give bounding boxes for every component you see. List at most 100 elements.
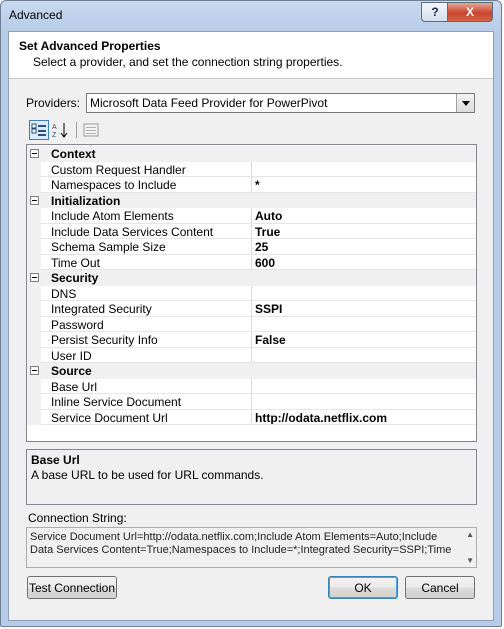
column-divider[interactable] (251, 208, 252, 224)
ok-button[interactable]: OK (328, 576, 398, 599)
connection-string-label: Connection String: (28, 511, 127, 525)
row-margin (27, 161, 41, 177)
property-value[interactable]: True (255, 225, 470, 239)
column-divider[interactable] (251, 316, 252, 332)
description-text: A base URL to be used for URL commands. (31, 468, 264, 482)
property-row[interactable]: Service Document Url http://odata.netflix… (27, 409, 476, 425)
property-value[interactable] (255, 287, 470, 301)
collapse-icon[interactable] (30, 273, 39, 282)
column-divider[interactable] (251, 161, 252, 177)
property-pages-button[interactable] (81, 120, 101, 140)
toolbar-divider (76, 122, 77, 138)
column-divider[interactable] (251, 301, 252, 317)
chevron-down-icon[interactable] (456, 94, 474, 112)
providers-dropdown[interactable]: Microsoft Data Feed Provider for PowerPi… (86, 93, 475, 113)
close-icon: X (465, 5, 474, 19)
row-margin (27, 239, 41, 255)
property-row[interactable]: Integrated Security SSPI (27, 301, 476, 317)
property-row[interactable]: Time Out 600 (27, 254, 476, 270)
close-button[interactable]: X (447, 2, 493, 22)
property-grid[interactable]: Context Custom Request Handler Namespaces … (26, 144, 477, 442)
property-row[interactable]: Persist Security Info False (27, 332, 476, 348)
property-name: Integrated Security (51, 302, 152, 316)
property-value[interactable]: 25 (255, 240, 470, 254)
category-row[interactable]: Security (27, 270, 476, 286)
collapse-icon[interactable] (30, 149, 39, 158)
header-subtitle: Select a provider, and set the connectio… (33, 55, 343, 69)
connection-string-field[interactable]: Service Document Url=http://odata.netfli… (26, 527, 477, 568)
column-divider[interactable] (251, 223, 252, 239)
column-divider[interactable] (251, 239, 252, 255)
property-value[interactable] (255, 163, 470, 177)
header-panel: Set Advanced Properties Select a provide… (9, 32, 493, 79)
row-margin (27, 409, 41, 425)
providers-selected: Microsoft Data Feed Provider for PowerPi… (90, 96, 328, 110)
property-row[interactable]: Include Atom Elements Auto (27, 208, 476, 224)
description-title: Base Url (31, 453, 80, 467)
collapse-icon[interactable] (30, 366, 39, 375)
property-row[interactable]: Schema Sample Size 25 (27, 239, 476, 255)
property-row[interactable]: Include Data Services Content True (27, 223, 476, 239)
property-value[interactable]: * (255, 178, 470, 192)
row-margin (27, 332, 41, 348)
test-connection-button[interactable]: Test Connection (27, 576, 117, 599)
advanced-dialog: Advanced ? X Set Advanced Properties Sel… (0, 0, 502, 627)
column-divider[interactable] (251, 347, 252, 363)
property-row[interactable]: Base Url (27, 378, 476, 394)
connection-string-value[interactable]: Service Document Url=http://odata.netfli… (30, 531, 455, 557)
property-row[interactable]: Inline Service Document (27, 394, 476, 410)
property-row[interactable]: Namespaces to Include * (27, 177, 476, 193)
categorized-icon (31, 123, 46, 136)
column-divider[interactable] (251, 285, 252, 301)
property-name: Password (51, 317, 104, 332)
column-divider[interactable] (251, 332, 252, 348)
property-value[interactable] (255, 318, 470, 332)
column-divider[interactable] (251, 409, 252, 425)
property-name: User ID (51, 348, 92, 363)
svg-text:A: A (52, 124, 57, 131)
collapse-icon[interactable] (30, 195, 39, 205)
property-value[interactable]: 600 (255, 256, 470, 270)
help-icon: ? (431, 5, 439, 19)
category-row[interactable]: Initialization (27, 192, 476, 208)
help-button[interactable]: ? (421, 2, 449, 22)
column-divider[interactable] (251, 177, 252, 193)
property-row[interactable]: Password (27, 316, 476, 332)
property-value[interactable]: SSPI (255, 302, 470, 316)
svg-text:Z: Z (52, 132, 57, 138)
header-title: Set Advanced Properties (19, 39, 161, 53)
property-value[interactable] (255, 349, 470, 363)
sort-az-icon: A Z (52, 123, 68, 138)
column-divider[interactable] (251, 394, 252, 410)
category-row[interactable]: Context (27, 146, 476, 162)
property-name: Custom Request Handler (51, 162, 186, 177)
column-divider[interactable] (251, 254, 252, 270)
property-value[interactable]: http://odata.netflix.com (255, 411, 470, 425)
row-margin (27, 347, 41, 363)
row-margin (27, 254, 41, 270)
scroll-up-icon[interactable]: ▲ (466, 530, 474, 539)
property-value[interactable] (255, 395, 470, 409)
categorized-view-button[interactable] (29, 120, 49, 140)
property-name: Persist Security Info (51, 333, 158, 347)
scroll-down-icon[interactable]: ▼ (466, 556, 474, 565)
property-name: Schema Sample Size (51, 240, 166, 254)
row-margin (27, 378, 41, 394)
column-divider[interactable] (251, 378, 252, 394)
category-label: Context (51, 147, 96, 161)
property-row[interactable]: DNS (27, 285, 476, 301)
property-row[interactable]: User ID (27, 347, 476, 363)
property-row[interactable]: Custom Request Handler (27, 161, 476, 177)
test-connection-label: Test Connection (28, 580, 116, 595)
property-value[interactable] (255, 380, 470, 394)
property-value[interactable]: Auto (255, 209, 470, 223)
cancel-button[interactable]: Cancel (405, 576, 475, 599)
property-name: Namespaces to Include (51, 178, 177, 192)
property-pages-icon (83, 123, 99, 137)
alphabetical-view-button[interactable]: A Z (51, 120, 71, 140)
title-bar[interactable]: Advanced ? X (1, 1, 501, 31)
property-value[interactable]: False (255, 333, 470, 347)
ok-label: OK (354, 580, 372, 595)
category-row[interactable]: Source (27, 363, 476, 379)
row-margin (27, 316, 41, 332)
